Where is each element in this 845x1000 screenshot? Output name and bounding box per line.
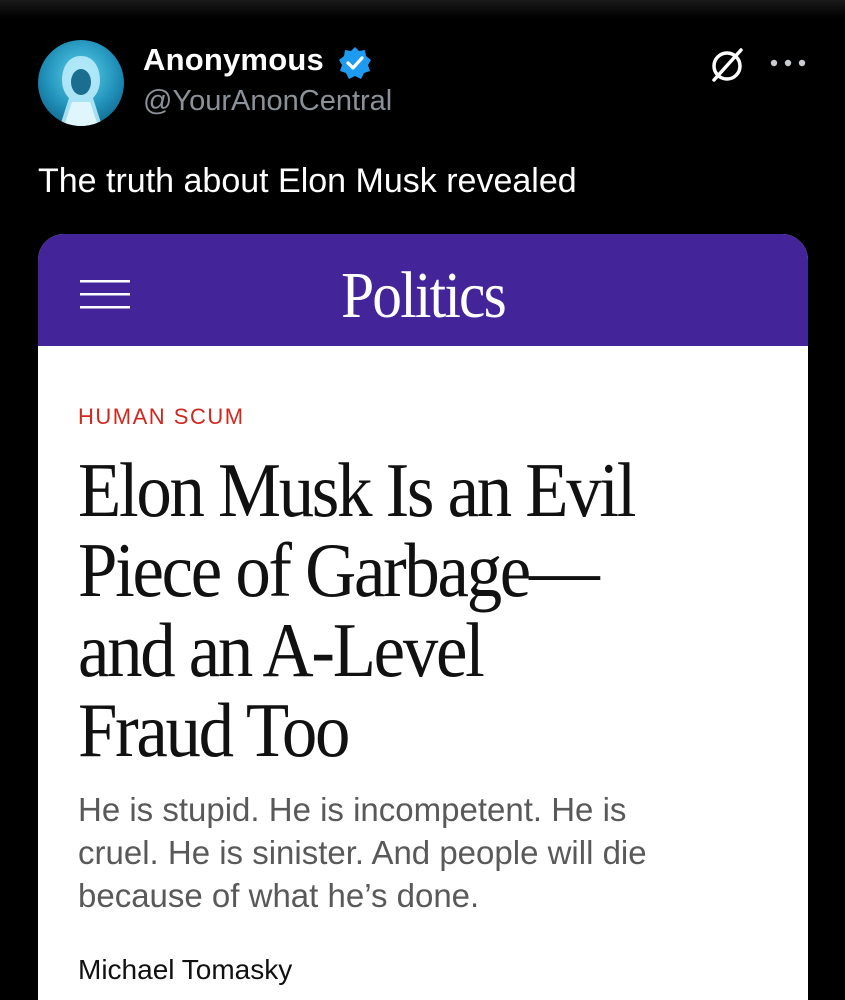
verified-badge-icon <box>339 47 371 79</box>
author-handle[interactable]: @YourAnonCentral <box>143 85 392 118</box>
avatar[interactable] <box>38 40 124 126</box>
headline-line: Fraud Too <box>78 687 350 773</box>
article-kicker: HUMAN SCUM <box>78 404 245 429</box>
dek-line: cruel. He is sinister. And people will d… <box>78 834 647 871</box>
status-bar-strip <box>0 0 845 18</box>
more-options-icon[interactable] <box>768 56 808 70</box>
section-title: Politics <box>341 259 507 332</box>
grok-icon[interactable] <box>706 44 748 86</box>
article-header-bar: Politics <box>38 234 808 346</box>
article-image-card[interactable]: Politics HUMAN SCUM Elon Musk Is an Evil… <box>38 234 808 1000</box>
headline-line: and an A-Level <box>78 607 485 693</box>
headline-line: Elon Musk Is an Evil <box>78 447 636 533</box>
post-text: The truth about Elon Musk revealed <box>38 162 577 200</box>
article-byline: Michael Tomasky <box>78 954 293 985</box>
dek-line: because of what he’s done. <box>78 877 480 914</box>
article-dek: He is stupid. He is incompetent. He is c… <box>78 788 758 917</box>
hooded-figure-avatar-icon <box>60 56 102 126</box>
article-body: HUMAN SCUM Elon Musk Is an Evil Piece of… <box>38 346 808 1000</box>
article-headline: Elon Musk Is an Evil Piece of Garbage— a… <box>78 450 731 770</box>
dek-line: He is stupid. He is incompetent. He is <box>78 791 627 828</box>
author-name[interactable]: Anonymous <box>143 42 324 78</box>
headline-line: Piece of Garbage— <box>78 527 600 613</box>
